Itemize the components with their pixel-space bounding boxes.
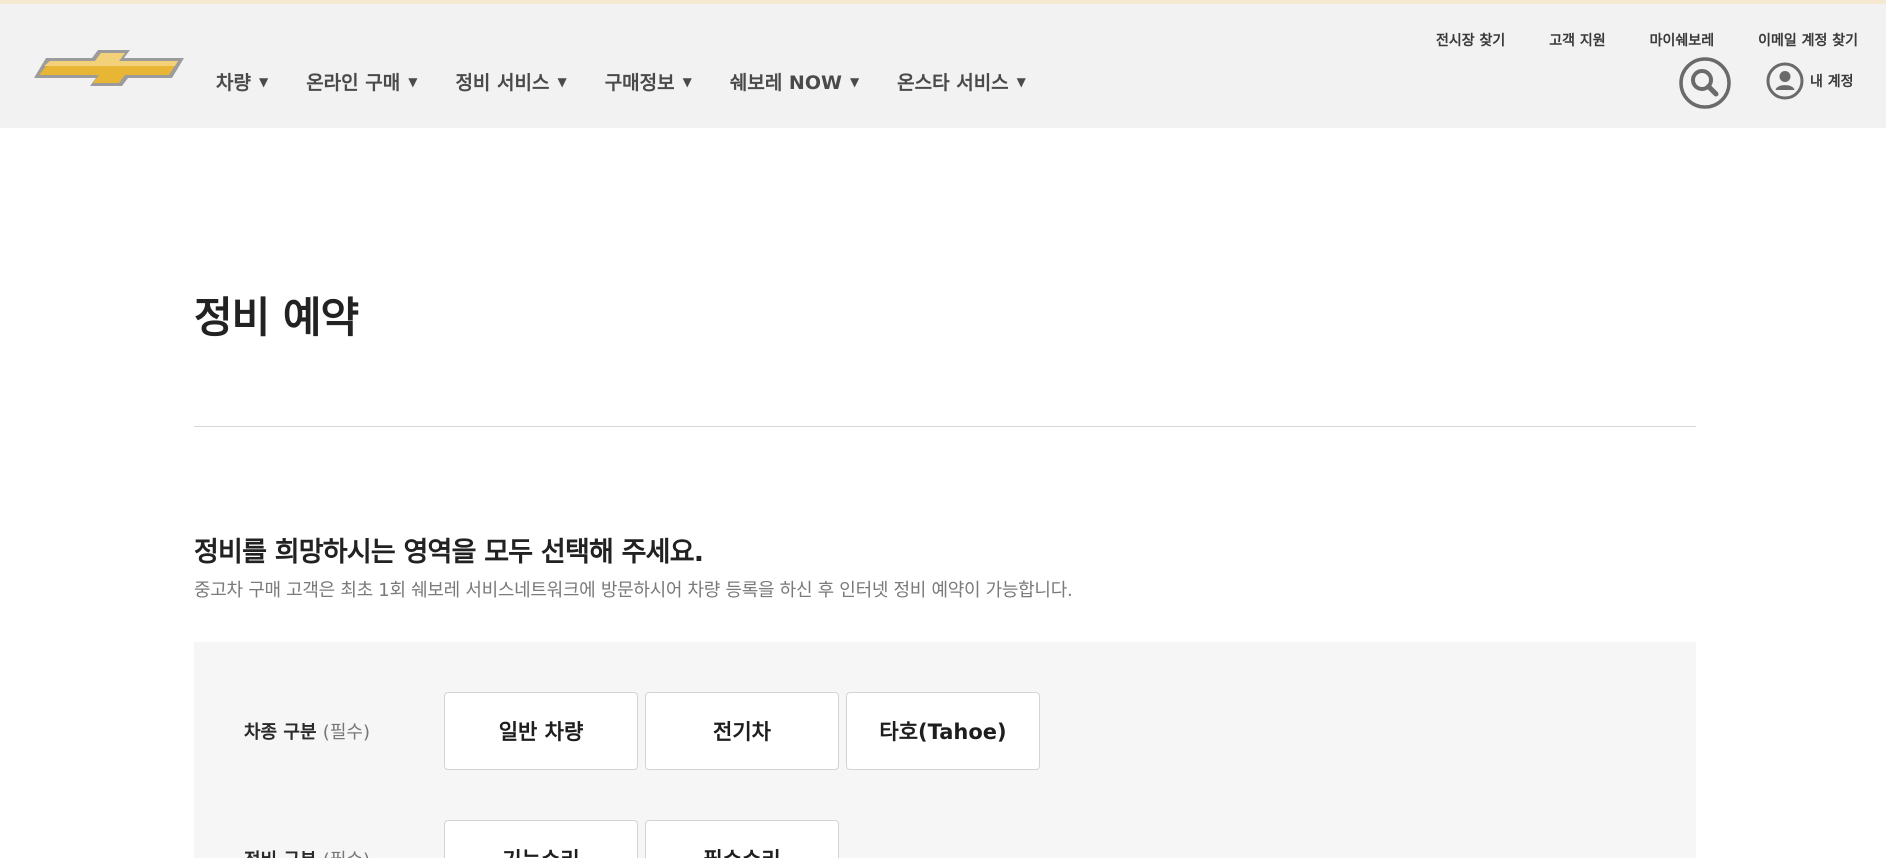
vehicle-type-row: 차종 구분 (필수) 일반 차량 전기차 타호(Tahoe) [194,692,1696,772]
section-divider [194,426,1696,427]
site-header: 차량 ▼ 온라인 구매 ▼ 정비 서비스 ▼ 구매정보 ▼ 쉐보레 NOW ▼ 온스타 서… [0,4,1886,128]
option-general-vehicle-button[interactable]: 일반 차량 [444,692,638,770]
option-functional-repair-button[interactable]: 기능수리 [444,820,638,858]
account-label: 내 계정 [1810,74,1854,90]
my-account-button[interactable]: 내 계정 [1766,62,1854,100]
vehicle-type-label: 차종 구분 (필수) [244,718,370,744]
nav-item-purchase-info[interactable]: 구매정보 ▼ [605,68,692,95]
util-link-find-email-account[interactable]: 이메일 계정 찾기 [1758,30,1858,50]
util-link-my-chevrolet[interactable]: 마이쉐보레 [1650,30,1714,50]
chevrolet-bowtie-icon[interactable] [32,48,190,88]
nav-label: 정비 서비스 [455,72,550,94]
section-title: 정비를 희망하시는 영역을 모두 선택해 주세요. [194,537,704,568]
service-type-row: 정비 구분 (필수) 기능수리 필수수리 [194,820,1696,858]
nav-item-maintenance-service[interactable]: 정비 서비스 ▼ [455,68,566,95]
caret-down-icon: ▼ [1016,74,1026,89]
page-title: 정비 예약 [194,293,359,342]
util-link-find-showroom[interactable]: 전시장 찾기 [1436,30,1505,50]
nav-item-chevrolet-now[interactable]: 쉐보레 NOW ▼ [730,68,859,95]
option-essential-repair-button[interactable]: 필수수리 [645,820,839,858]
caret-down-icon: ▼ [557,74,567,89]
option-tahoe-button[interactable]: 타호(Tahoe) [846,692,1040,770]
util-link-customer-support[interactable]: 고객 지원 [1549,30,1605,50]
nav-label: 구매정보 [604,72,675,94]
nav-item-vehicles[interactable]: 차량 ▼ [216,68,268,95]
user-account-icon [1766,62,1804,100]
nav-item-online-purchase[interactable]: 온라인 구매 ▼ [306,68,417,95]
main-navigation: 차량 ▼ 온라인 구매 ▼ 정비 서비스 ▼ 구매정보 ▼ 쉐보레 NOW ▼ 온스타 서… [216,68,1064,95]
nav-label: 쉐보레 NOW [729,72,842,94]
caret-down-icon: ▼ [408,74,418,89]
caret-down-icon: ▼ [682,74,692,89]
option-electric-vehicle-button[interactable]: 전기차 [645,692,839,770]
section-description: 중고차 구매 고객은 최초 1회 쉐보레 서비스네트워크에 방문하시어 차량 등… [194,580,1073,601]
nav-label: 온스타 서비스 [897,72,1009,94]
utility-navigation: 전시장 찾기 고객 지원 마이쉐보레 이메일 계정 찾기 [1392,30,1858,50]
row-label-text: 정비 구분 [244,850,317,858]
nav-label: 온라인 구매 [306,72,401,94]
service-selection-panel: 차종 구분 (필수) 일반 차량 전기차 타호(Tahoe) 정비 구분 (필수… [194,642,1696,858]
nav-label: 차량 [216,72,251,94]
required-marker: (필수) [323,850,370,858]
service-type-label: 정비 구분 (필수) [244,846,370,858]
row-label-text: 차종 구분 [244,722,317,743]
nav-item-onstar-service[interactable]: 온스타 서비스 ▼ [897,68,1026,95]
required-marker: (필수) [322,722,370,743]
caret-down-icon: ▼ [849,74,860,89]
search-icon[interactable] [1678,56,1732,110]
caret-down-icon: ▼ [258,74,269,89]
